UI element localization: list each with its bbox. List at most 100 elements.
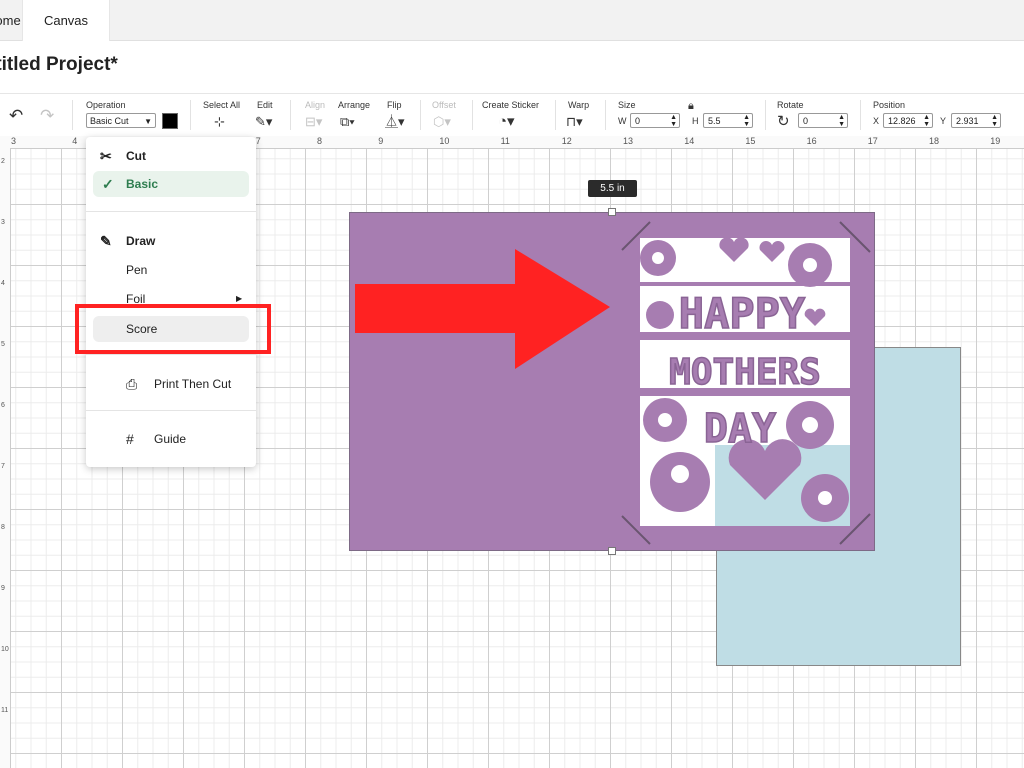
height-value: 5.5 — [708, 116, 721, 126]
create-sticker-label: Create Sticker — [482, 100, 540, 110]
ruler-tick-label: 6 — [1, 402, 5, 409]
size-label: Size — [618, 100, 636, 110]
stepper-icon[interactable]: ▲ ▼ — [670, 114, 677, 128]
position-x-tag: X — [873, 116, 880, 126]
edit-toolbar: ↶ ↷ Operation Basic Cut ▼ Select All ⊹ E… — [0, 93, 1024, 137]
ruler-tick-label: 7 — [1, 463, 5, 470]
position-x-value: 12.826 — [888, 116, 916, 126]
project-title[interactable]: Untitled Project* — [0, 54, 148, 76]
stepper-icon[interactable]: ▲ ▼ — [991, 114, 998, 128]
rotate-input[interactable]: 0 ▲ ▼ — [798, 113, 848, 128]
toolbar-divider — [72, 100, 73, 130]
position-label: Position — [873, 100, 906, 110]
position-y-input[interactable]: 2.931 ▲ ▼ — [951, 113, 1001, 128]
annotation-highlight-box — [75, 304, 271, 354]
align-icon[interactable]: ⊟▾ — [305, 114, 322, 130]
height-input[interactable]: 5.5 ▲ ▼ — [703, 113, 753, 128]
ruler-tick-label: 9 — [378, 136, 384, 146]
lock-icon[interactable]: 🔒︎ — [688, 98, 694, 114]
width-input[interactable]: 0 ▲ ▼ — [630, 113, 680, 128]
arrange-label: Arrange — [338, 100, 371, 110]
ruler-tick-label: 8 — [1, 524, 5, 531]
toolbar-divider — [860, 100, 861, 130]
menu-divider — [86, 410, 256, 411]
stepper-icon[interactable]: ▲ ▼ — [923, 114, 930, 128]
align-label: Align — [305, 100, 326, 110]
title-bar: Untitled Project* — [0, 41, 1024, 93]
color-swatch[interactable] — [162, 113, 178, 129]
edit-label: Edit — [257, 100, 273, 110]
operation-value: Basic Cut — [90, 116, 129, 126]
rotate-icon: ↻ — [777, 113, 790, 130]
rotate-value: 0 — [803, 116, 809, 126]
select-all-icon[interactable]: ⊹ — [214, 114, 225, 130]
ruler-tick-label: 15 — [745, 136, 756, 146]
ruler-tick-label: 4 — [1, 280, 5, 287]
toolbar-divider — [605, 100, 606, 130]
sticker-icon[interactable]: ◔▾ — [498, 114, 515, 130]
ruler-tick-label: 2 — [1, 158, 5, 165]
annotation-arrow-icon — [355, 249, 610, 369]
toolbar-divider — [290, 100, 291, 130]
menu-item-pen[interactable]: Pen — [86, 257, 256, 283]
ruler-tick-label: 17 — [867, 136, 878, 146]
ruler-tick-label: 10 — [439, 136, 450, 146]
artwork-word-mothers: MOTHERS — [669, 352, 821, 393]
project-title-text: Untitled Project* — [0, 54, 118, 75]
tab-canvas[interactable]: Canvas — [22, 0, 110, 41]
flip-icon[interactable]: ⏅▾ — [385, 114, 405, 130]
menu-item-guide[interactable]: # Guide — [86, 426, 256, 452]
stepper-icon[interactable]: ▲ ▼ — [743, 114, 750, 128]
ruler-tick-label: 4 — [72, 136, 78, 146]
ruler-tick-label: 5 — [1, 341, 5, 348]
position-y-tag: Y — [940, 116, 947, 126]
toolbar-divider — [420, 100, 421, 130]
resize-handle-top[interactable] — [608, 208, 616, 216]
ruler-tick-label: 10 — [1, 646, 9, 653]
resize-handle-bottom[interactable] — [608, 547, 616, 555]
menu-item-print-then-cut[interactable]: ⎙ Print Then Cut — [86, 371, 256, 397]
ruler-tick-label: 18 — [929, 136, 940, 146]
undo-icon[interactable]: ↶ — [9, 107, 23, 124]
tab-home[interactable]: Home — [0, 0, 22, 40]
guide-hash-icon: # — [126, 431, 134, 447]
ruler-tick-label: 9 — [1, 585, 5, 592]
menu-header-draw: ✎ Draw — [86, 228, 256, 254]
ruler-tick-label: 11 — [1, 707, 9, 714]
position-y-value: 2.931 — [956, 116, 979, 126]
width-value: 0 — [635, 116, 641, 126]
ruler-tick-label: 16 — [806, 136, 817, 146]
artwork-word-happy: HAPPY — [679, 289, 806, 338]
ruler-tick-label: 12 — [561, 136, 572, 146]
ruler-tick-label: 13 — [623, 136, 634, 146]
toolbar-divider — [555, 100, 556, 130]
menu-item-basic[interactable]: ✓ Basic — [86, 171, 256, 197]
toolbar-divider — [190, 100, 191, 130]
ruler-tick-label: 3 — [11, 136, 17, 146]
chevron-down-icon: ▼ — [144, 117, 152, 126]
ruler-tick-label: 3 — [1, 219, 5, 226]
ruler-tick-label: 11 — [500, 136, 510, 146]
ruler-tick-label: 14 — [684, 136, 695, 146]
width-tag: W — [618, 116, 627, 126]
operation-label: Operation — [86, 100, 126, 110]
position-x-input[interactable]: 12.826 ▲ ▼ — [883, 113, 933, 128]
scissors-icon: ✂ — [100, 148, 112, 164]
arrange-icon[interactable]: ⧉▾ — [340, 114, 355, 130]
offset-icon[interactable]: ⬡▾ — [433, 114, 451, 130]
flip-label: Flip — [387, 100, 402, 110]
stepper-icon[interactable]: ▲ ▼ — [838, 114, 845, 128]
warp-label: Warp — [568, 100, 590, 110]
select-all-label: Select All — [203, 100, 241, 110]
checkmark-icon: ✓ — [102, 176, 114, 192]
menu-divider — [86, 211, 256, 212]
warp-icon[interactable]: ⊓▾ — [566, 114, 583, 130]
redo-icon[interactable]: ↷ — [40, 107, 54, 124]
vertical-ruler: 2 3 4 5 6 7 8 9 10 11 — [0, 148, 11, 768]
operation-select[interactable]: Basic Cut ▼ — [86, 113, 156, 128]
menu-header-cut: ✂ Cut — [86, 143, 256, 169]
ruler-tick-label: 7 — [255, 136, 261, 146]
edit-pen-icon[interactable]: ✎▾ — [255, 114, 272, 130]
mothers-day-artwork[interactable]: HAPPY MOTHERS DAY — [620, 220, 872, 548]
rotate-label: Rotate — [777, 100, 804, 110]
